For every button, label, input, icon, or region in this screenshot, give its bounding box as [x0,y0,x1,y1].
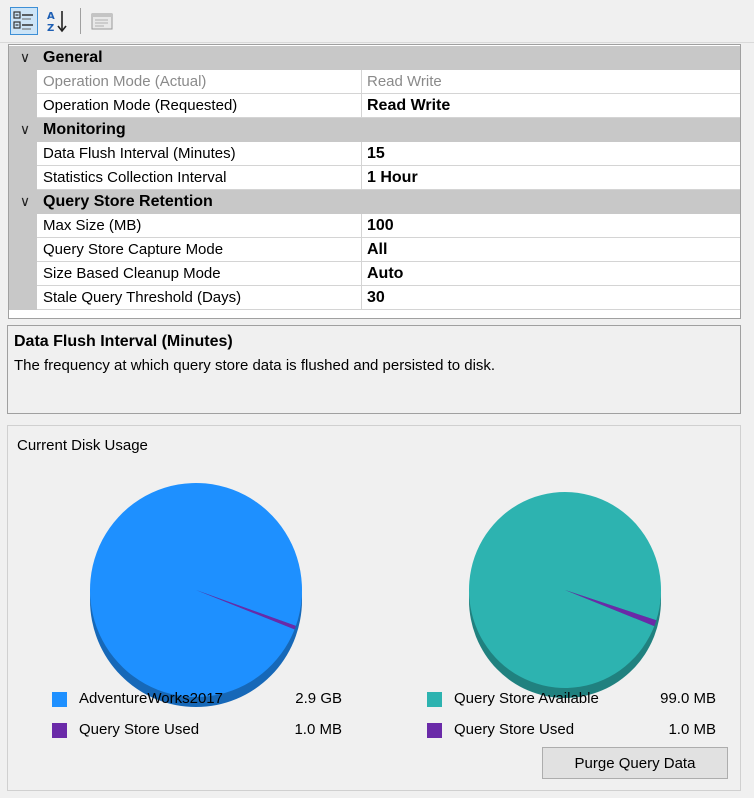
categorized-view-button[interactable] [10,7,38,35]
disk-usage-panel: Current Disk Usage AdventureWorks2017 2.… [7,425,741,791]
legend-value-database: 2.9 GB [295,690,342,707]
legend-label-qs-used-left: Query Store Used [79,721,200,738]
legend-label-qs-available: Query Store Available [454,690,599,707]
legend-value-qs-used-right: 1.0 MB [668,721,716,738]
property-name: Data Flush Interval (Minutes) [43,145,236,162]
property-value[interactable]: Auto [367,262,403,286]
chevron-down-icon[interactable]: ∨ [15,190,35,214]
alphabetical-sort-button[interactable]: A Z [44,7,72,35]
legend-swatch-database [52,692,67,707]
toolbar: A Z [0,0,754,43]
property-row-capture-mode[interactable]: Query Store Capture Mode All [9,238,740,262]
chevron-down-icon[interactable]: ∨ [15,46,35,70]
category-query-store-retention[interactable]: ∨ Query Store Retention [9,190,740,214]
description-title: Data Flush Interval (Minutes) [14,333,233,350]
property-value[interactable]: 1 Hour [367,166,418,190]
property-pages-icon [91,13,113,30]
property-value: Read Write [367,73,442,90]
property-pages-button[interactable] [88,7,116,35]
legend-swatch-qs-available [427,692,442,707]
category-label: Query Store Retention [43,193,213,210]
description-panel: Data Flush Interval (Minutes) The freque… [7,325,741,414]
property-name: Statistics Collection Interval [43,169,227,186]
category-label: Monitoring [43,121,126,138]
purge-query-data-button[interactable]: Purge Query Data [542,747,728,779]
property-name: Max Size (MB) [43,217,142,234]
property-row-max-size[interactable]: Max Size (MB) 100 [9,214,740,238]
property-name: Operation Mode (Requested) [43,97,238,114]
property-name: Query Store Capture Mode [43,241,224,258]
property-name: Size Based Cleanup Mode [43,265,221,282]
property-value[interactable]: All [367,238,387,262]
legend-value-qs-available: 99.0 MB [660,690,716,707]
pie-query-store [469,491,662,698]
legend-swatch-qs-used-right [427,723,442,738]
legend-swatch-qs-used-left [52,723,67,738]
property-row-cleanup-mode[interactable]: Size Based Cleanup Mode Auto [9,262,740,286]
category-label: General [43,49,103,66]
property-grid: ∨ General Operation Mode (Actual) Read W… [8,44,741,319]
category-monitoring[interactable]: ∨ Monitoring [9,118,740,142]
legend-label-qs-used-right: Query Store Used [454,721,575,738]
property-name: Operation Mode (Actual) [43,73,207,90]
pie-database [90,482,303,707]
category-general[interactable]: ∨ General [9,46,740,70]
disk-usage-pie-charts [90,482,662,707]
toolbar-separator [80,8,81,34]
pie-slice-primary [90,482,303,697]
legend-label-database: AdventureWorks2017 [79,690,223,707]
alphabetical-sort-icon: A Z [47,11,67,34]
property-name: Stale Query Threshold (Days) [43,289,242,306]
property-row-stale-query-threshold[interactable]: Stale Query Threshold (Days) 30 [9,286,740,310]
categorized-view-icon [13,11,33,30]
property-row-operation-mode-requested[interactable]: Operation Mode (Requested) Read Write [9,94,740,118]
property-value[interactable]: 30 [367,286,385,310]
property-value[interactable]: 15 [367,142,385,166]
property-row-statistics-collection-interval[interactable]: Statistics Collection Interval 1 Hour [9,166,740,190]
svg-text:Z: Z [47,23,54,34]
svg-text:A: A [47,11,55,22]
property-value[interactable]: Read Write [367,94,450,118]
property-row-operation-mode-actual[interactable]: Operation Mode (Actual) Read Write [9,70,740,94]
legend-value-qs-used-left: 1.0 MB [294,721,342,738]
pie-slice-primary [469,491,662,688]
property-row-data-flush-interval[interactable]: Data Flush Interval (Minutes) 15 [9,142,740,166]
property-value[interactable]: 100 [367,214,394,238]
chevron-down-icon[interactable]: ∨ [15,118,35,142]
description-text: The frequency at which query store data … [14,357,496,374]
